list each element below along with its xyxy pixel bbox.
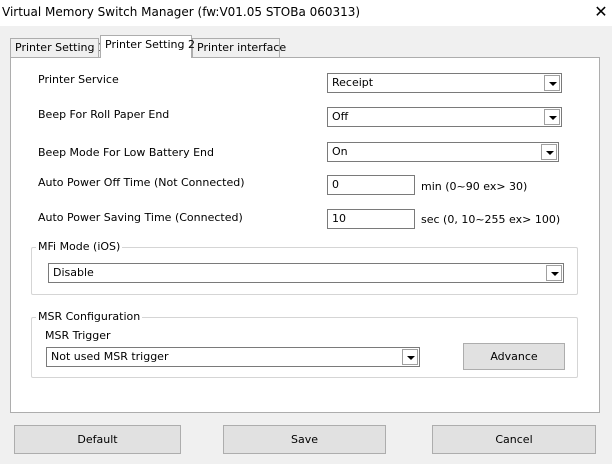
chevron-down-icon[interactable] (541, 144, 557, 160)
cancel-button[interactable]: Cancel (432, 425, 596, 454)
window-title: Virtual Memory Switch Manager (fw:V01.05… (2, 5, 361, 19)
msr-trigger-select[interactable]: Not used MSR trigger (46, 347, 420, 367)
tab-printer-interface[interactable]: Printer interface (192, 38, 286, 57)
advance-button[interactable]: Advance (463, 343, 565, 370)
beep-low-battery-select[interactable]: On (327, 142, 559, 162)
printer-service-select[interactable]: Receipt (327, 73, 562, 93)
chevron-down-icon[interactable] (546, 265, 562, 281)
beep-roll-paper-end-value: Off (332, 110, 349, 123)
chevron-down-icon[interactable] (402, 349, 418, 365)
printer-service-value: Receipt (332, 76, 374, 89)
beep-low-battery-label: Beep Mode For Low Battery End (38, 146, 214, 159)
beep-low-battery-value: On (332, 145, 348, 158)
default-button[interactable]: Default (14, 425, 181, 454)
beep-roll-paper-end-label: Beep For Roll Paper End (38, 108, 170, 121)
auto-power-off-label: Auto Power Off Time (Not Connected) (38, 176, 245, 189)
cancel-button-label: Cancel (495, 433, 533, 446)
mfi-mode-value: Disable (53, 266, 94, 279)
auto-power-off-hint: min (0~90 ex> 30) (421, 180, 528, 193)
beep-roll-paper-end-select[interactable]: Off (327, 107, 562, 127)
auto-power-saving-label: Auto Power Saving Time (Connected) (38, 211, 243, 224)
msr-trigger-label: MSR Trigger (45, 329, 111, 342)
mfi-group-legend: MFi Mode (iOS) (36, 240, 123, 253)
close-icon[interactable]: ✕ (592, 2, 610, 22)
chevron-down-icon[interactable] (544, 75, 560, 91)
auto-power-saving-input[interactable]: 10 (327, 209, 415, 229)
tab-printer-setting-2[interactable]: Printer Setting 2 (100, 35, 195, 58)
auto-power-off-input[interactable]: 0 (327, 175, 415, 195)
chevron-down-icon[interactable] (544, 109, 560, 125)
save-button-label: Save (290, 433, 318, 446)
msr-trigger-value: Not used MSR trigger (51, 350, 169, 363)
msr-group-legend: MSR Configuration (36, 310, 143, 323)
tab-printer-setting-1[interactable]: Printer Setting 1 (10, 38, 105, 57)
auto-power-saving-hint: sec (0, 10~255 ex> 100) (421, 213, 561, 226)
advance-button-label: Advance (490, 350, 538, 363)
printer-service-label: Printer Service (38, 73, 119, 86)
mfi-mode-select[interactable]: Disable (48, 263, 564, 283)
default-button-label: Default (77, 433, 118, 446)
save-button[interactable]: Save (223, 425, 386, 454)
